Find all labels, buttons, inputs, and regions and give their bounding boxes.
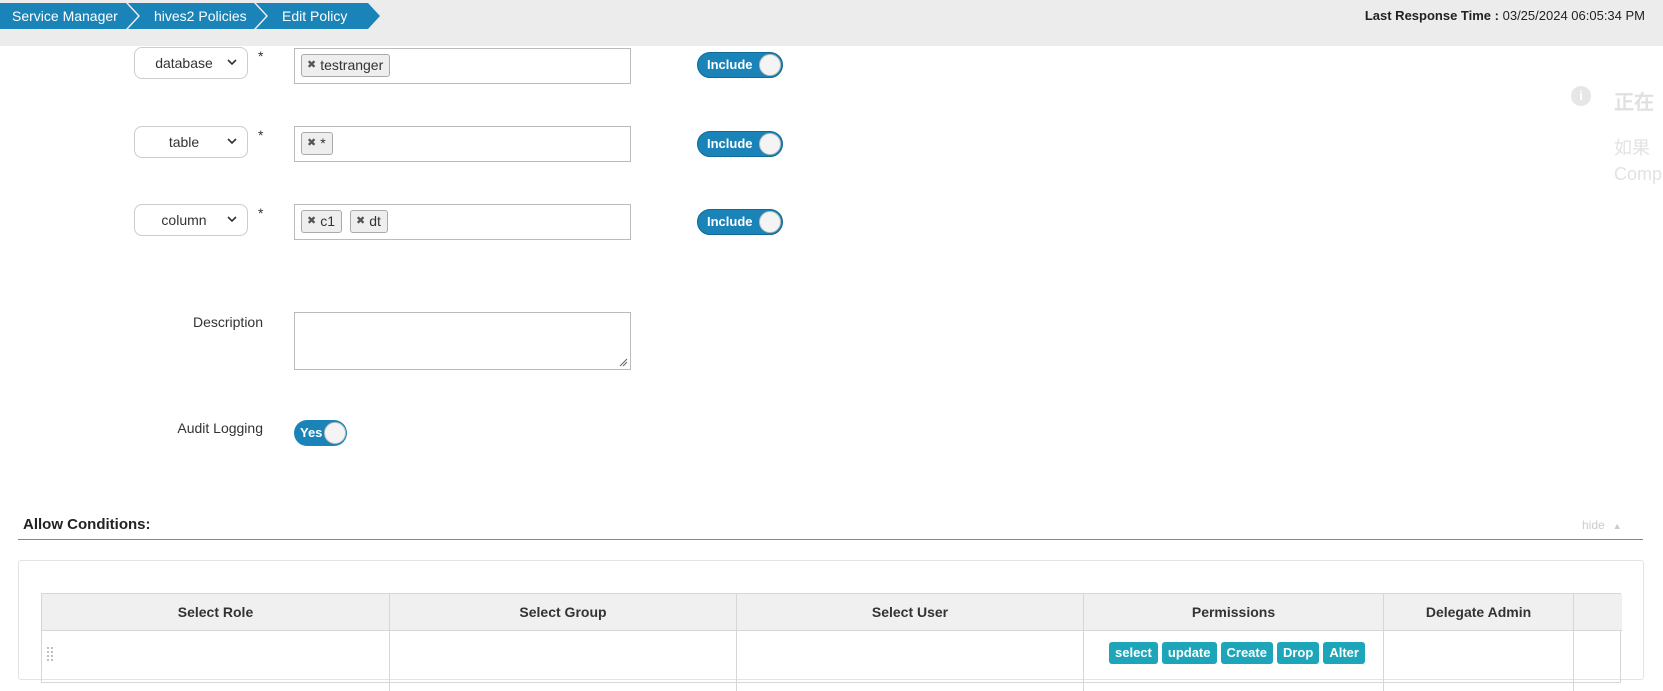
toggle-label: Include bbox=[707, 57, 753, 72]
permission-select[interactable]: select bbox=[1109, 642, 1158, 664]
last-response-label: Last Response Time : bbox=[1364, 8, 1499, 23]
permission-drop[interactable]: Drop bbox=[1276, 642, 1320, 664]
resource-type-label: table bbox=[168, 134, 200, 150]
resource-type-select-column[interactable]: column bbox=[134, 204, 248, 236]
toggle-knob bbox=[759, 54, 781, 76]
breadcrumb-service-manager[interactable]: Service Manager bbox=[0, 3, 138, 29]
remove-tag-icon[interactable]: ✖ bbox=[307, 55, 316, 76]
column-header-select-group: Select Group bbox=[390, 594, 737, 631]
required-mark: * bbox=[258, 48, 264, 64]
resize-handle-icon[interactable] bbox=[618, 357, 628, 367]
section-divider bbox=[18, 539, 1643, 540]
audit-toggle-label: Yes bbox=[300, 425, 323, 440]
cell-select-group[interactable] bbox=[390, 631, 737, 691]
top-bar: Service Manager hives2 Policies Edit Pol… bbox=[0, 0, 1663, 46]
toggle-knob bbox=[324, 422, 346, 444]
breadcrumb-policies[interactable]: hives2 Policies bbox=[128, 3, 266, 29]
resource-type-label: database bbox=[155, 55, 213, 71]
hide-label: hide bbox=[1582, 518, 1605, 532]
info-icon: i bbox=[1571, 86, 1591, 106]
permission-tags: select update Create Drop Alter bbox=[1109, 642, 1365, 664]
toggle-knob bbox=[759, 133, 781, 155]
resource-type-select-database[interactable]: database bbox=[134, 47, 248, 79]
remove-tag-icon[interactable]: ✖ bbox=[307, 211, 316, 232]
resource-type-label: column bbox=[161, 212, 207, 228]
toggle-knob bbox=[759, 211, 781, 233]
permission-alter[interactable]: Alter bbox=[1323, 642, 1365, 664]
caret-up-icon: ▲ bbox=[1612, 521, 1622, 531]
tag-label: testranger bbox=[320, 57, 384, 73]
include-toggle-table[interactable]: Include bbox=[697, 131, 783, 157]
breadcrumb-edit-policy[interactable]: Edit Policy bbox=[256, 3, 380, 29]
required-mark: * bbox=[258, 127, 264, 143]
last-response-time: Last Response Time : 03/25/2024 06:05:34… bbox=[1365, 8, 1645, 23]
description-textarea[interactable] bbox=[294, 312, 631, 370]
required-mark: * bbox=[258, 205, 264, 221]
last-response-value: 03/25/2024 06:05:34 PM bbox=[1502, 8, 1645, 23]
allow-conditions-table: Select Role Select Group Select User Per… bbox=[41, 593, 1622, 691]
cell-select-role[interactable] bbox=[42, 631, 390, 691]
side-panel-line-2: Comp bbox=[1614, 164, 1663, 184]
cell-delegate-admin[interactable] bbox=[1384, 631, 1574, 691]
include-toggle-database[interactable]: Include bbox=[697, 52, 783, 78]
drag-handle-icon[interactable] bbox=[45, 645, 55, 665]
column-header-permissions: Permissions bbox=[1084, 594, 1384, 631]
include-toggle-column[interactable]: Include bbox=[697, 209, 783, 235]
resource-values-input-column[interactable]: ✖ c1 ✖ dt bbox=[294, 204, 631, 240]
tag-label: dt bbox=[369, 213, 381, 229]
column-header-select-role: Select Role bbox=[42, 594, 390, 631]
resource-type-select-table[interactable]: table bbox=[134, 126, 248, 158]
breadcrumb: Service Manager hives2 Policies Edit Pol… bbox=[0, 3, 380, 29]
column-header-select-user: Select User bbox=[737, 594, 1084, 631]
value-tag[interactable]: ✖ testranger bbox=[301, 54, 391, 77]
side-panel-title: 正在 bbox=[1614, 92, 1654, 114]
allow-conditions-title: Allow Conditions: bbox=[23, 516, 151, 533]
chevron-down-icon bbox=[227, 216, 237, 223]
value-tag[interactable]: ✖ c1 bbox=[301, 210, 343, 233]
permission-create[interactable]: Create bbox=[1220, 642, 1273, 664]
toggle-label: Include bbox=[707, 136, 753, 151]
chevron-down-icon bbox=[227, 59, 237, 66]
side-panel-line-1: 如果 bbox=[1614, 138, 1650, 158]
resource-values-input-table[interactable]: ✖ * bbox=[294, 126, 631, 162]
audit-logging-label: Audit Logging bbox=[177, 420, 263, 436]
toggle-label: Include bbox=[707, 214, 753, 229]
cell-select-user[interactable] bbox=[737, 631, 1084, 691]
column-header-delegate-admin: Delegate Admin bbox=[1384, 594, 1574, 631]
description-label: Description bbox=[192, 314, 263, 330]
audit-logging-toggle[interactable]: Yes bbox=[294, 420, 347, 446]
value-tag[interactable]: ✖ dt bbox=[350, 210, 388, 233]
remove-tag-icon[interactable]: ✖ bbox=[356, 211, 365, 232]
chevron-down-icon bbox=[227, 138, 237, 145]
remove-tag-icon[interactable]: ✖ bbox=[307, 133, 316, 154]
tag-label: c1 bbox=[320, 213, 336, 229]
tag-label: * bbox=[320, 135, 326, 151]
value-tag[interactable]: ✖ * bbox=[301, 132, 333, 155]
column-header-actions bbox=[1574, 594, 1622, 631]
permission-update[interactable]: update bbox=[1161, 642, 1217, 664]
hide-toggle[interactable]: hide ▲ bbox=[1582, 518, 1622, 532]
resource-values-input-database[interactable]: ✖ testranger bbox=[294, 48, 631, 84]
